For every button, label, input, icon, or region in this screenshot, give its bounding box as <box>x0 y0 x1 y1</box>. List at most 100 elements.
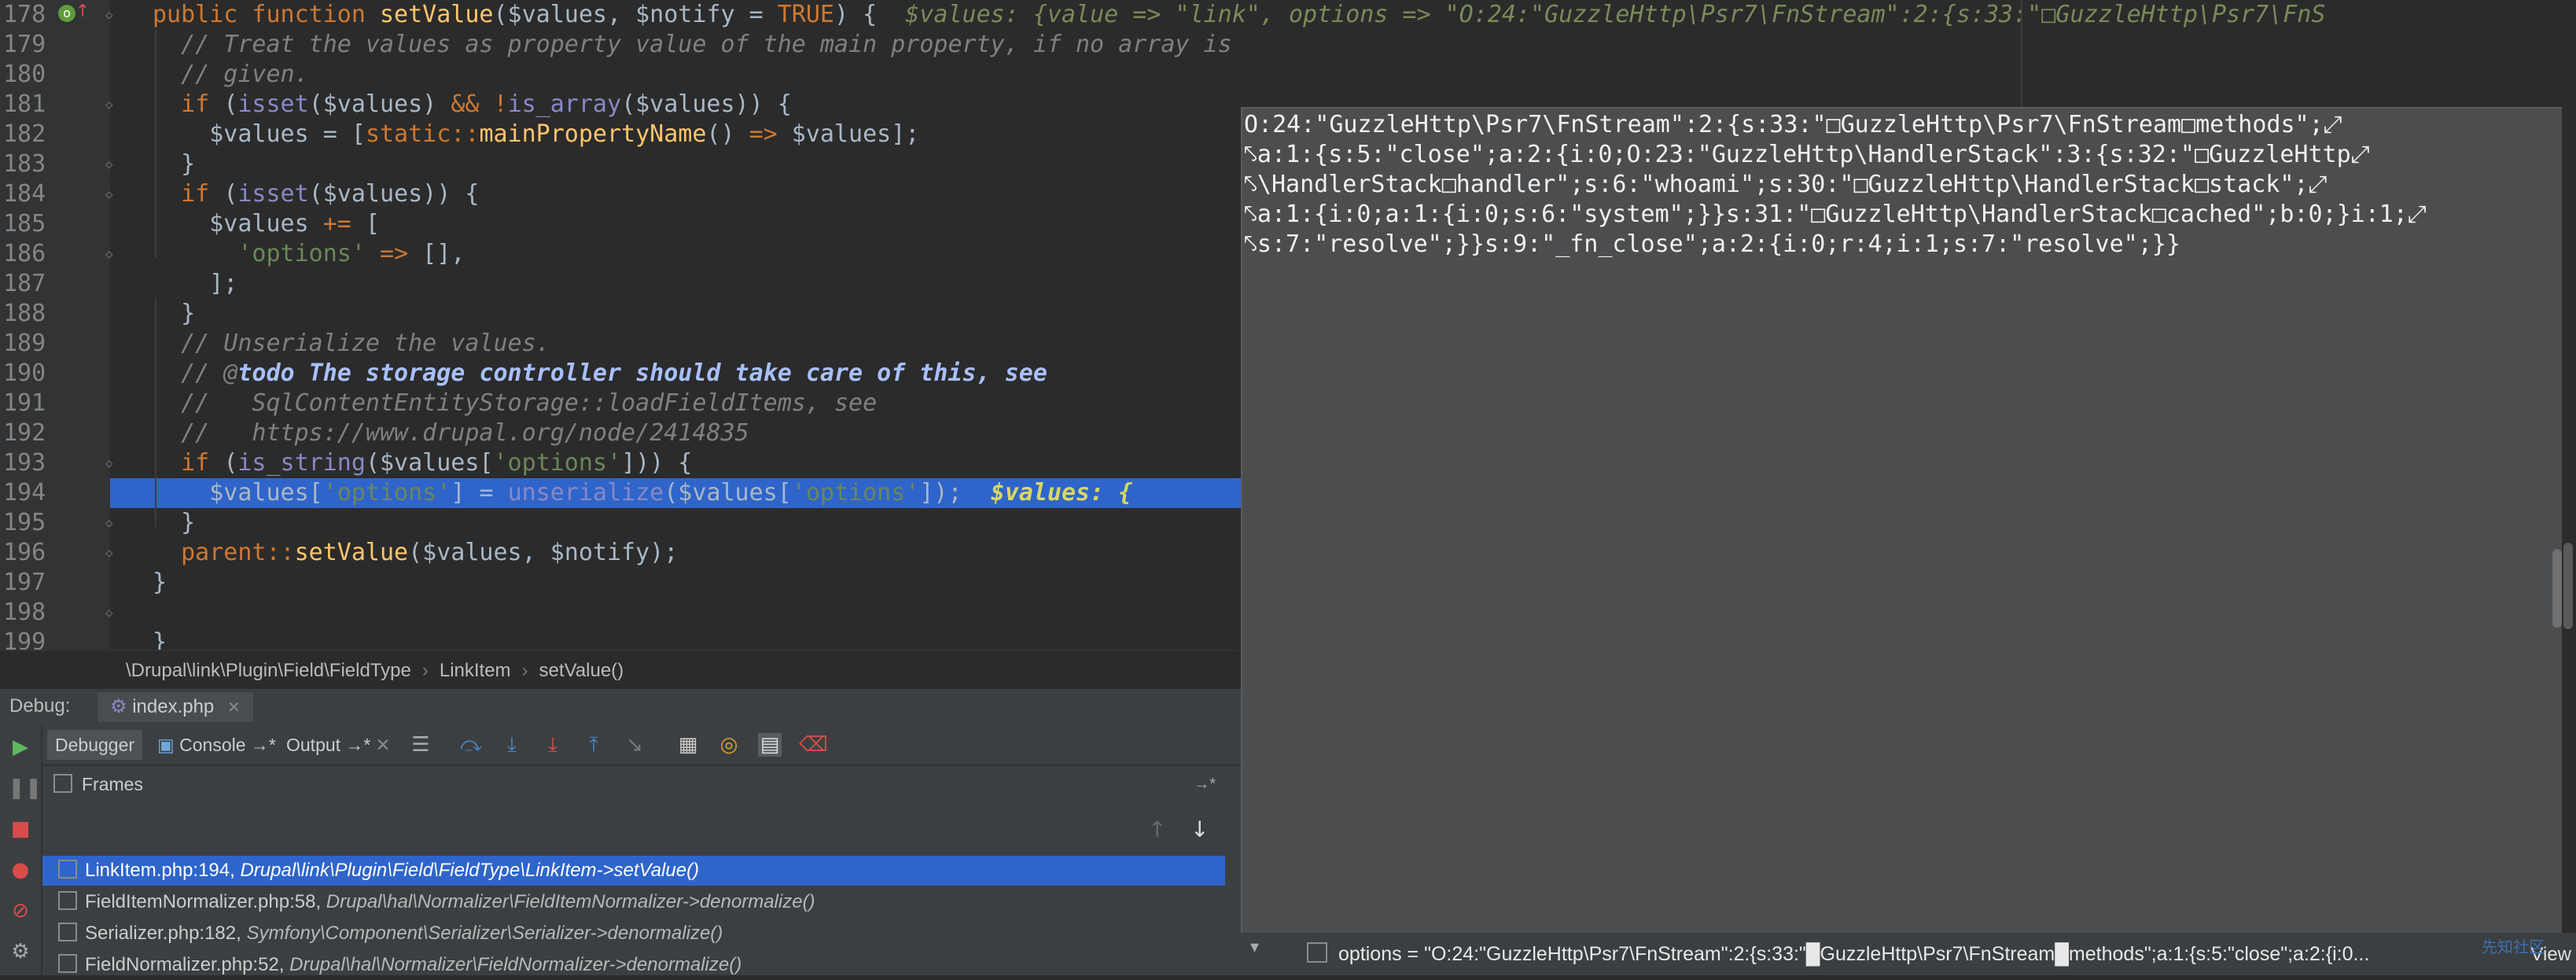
code-token: mainPropertyName <box>479 120 707 148</box>
fold-marker-icon[interactable]: ◇ <box>105 8 120 22</box>
line-number[interactable]: 180 <box>3 60 50 90</box>
frame-function: Drupal\hal\Normalizer\FieldItemNormalize… <box>326 891 815 912</box>
close-icon[interactable]: ✕ <box>375 735 390 755</box>
line-number[interactable]: 190 <box>3 359 50 389</box>
frame-up-icon[interactable]: ↑ <box>1148 816 1166 842</box>
line-number[interactable]: 186 <box>3 239 50 269</box>
frame-row[interactable]: FieldNormalizer.php:52, Drupal\hal\Norma… <box>42 950 1225 980</box>
line-number[interactable]: 193 <box>3 448 50 478</box>
line-number[interactable]: 197 <box>3 568 50 598</box>
tab-output[interactable]: Output →* ✕ <box>278 730 399 760</box>
popup-scrollbar[interactable] <box>2552 549 2562 628</box>
fold-marker-icon[interactable]: ◇ <box>105 456 120 470</box>
fold-marker-icon[interactable]: ◇ <box>105 98 120 112</box>
tab-debugger[interactable]: Debugger <box>47 730 143 760</box>
code-token: if <box>153 180 224 208</box>
code-token: [ <box>351 210 380 238</box>
code-token: ($values)) { <box>621 90 792 118</box>
layout-settings-icon[interactable]: ▤ <box>758 733 782 757</box>
breadcrumb-method[interactable]: setValue() <box>539 660 624 681</box>
pin-icon[interactable]: →* <box>1194 776 1216 794</box>
run-to-cursor-icon[interactable]: ↘ <box>623 733 646 757</box>
popup-line: O:24:"GuzzleHttp\Psr7\FnStream":2:{s:33:… <box>1244 111 2342 138</box>
code-line[interactable]: 178 public function setValue($values, $no… <box>0 0 2576 30</box>
code-token: [], <box>408 240 466 267</box>
code-token: $values: { <box>990 479 1133 507</box>
code-line[interactable]: 179 // Treat the values as property valu… <box>0 30 2576 60</box>
code-token: parent:: <box>153 539 295 566</box>
code-text: // @todo The storage controller should t… <box>153 359 1047 389</box>
view-breakpoints-icon[interactable]: ● <box>8 857 33 882</box>
frame-row[interactable]: Serializer.php:182, Symfony\Component\Se… <box>42 919 1225 949</box>
line-number[interactable]: 184 <box>3 179 50 209</box>
restore-layout-icon[interactable]: ⌫ <box>799 733 828 757</box>
line-number[interactable]: 196 <box>3 538 50 568</box>
fold-marker-icon[interactable]: ◇ <box>105 247 120 261</box>
debug-left-toolbar: ▶ ❚❚ ■ ● ⊘ ⚙ <box>0 725 42 975</box>
step-into-icon[interactable]: ⤓ <box>500 733 524 757</box>
code-token: } <box>153 300 196 327</box>
code-text: if (is_string($values['options'])) { <box>153 448 692 478</box>
fold-marker-icon[interactable]: ◇ <box>105 516 120 530</box>
code-token: public function <box>153 1 380 28</box>
code-text: } <box>153 149 195 179</box>
mute-breakpoints-icon[interactable]: ⊘ <box>8 898 33 923</box>
resume-icon[interactable]: ▶ <box>8 735 33 760</box>
line-number[interactable]: 198 <box>3 598 50 628</box>
line-number[interactable]: 189 <box>3 329 50 359</box>
line-number[interactable]: 178 <box>3 0 50 30</box>
debug-session-tab[interactable]: ⚙ index.php ✕ <box>98 692 253 722</box>
line-number[interactable]: 179 <box>3 30 50 60</box>
debug-session-label: index.php <box>132 696 215 717</box>
evaluate-expression-icon[interactable]: ▦ <box>676 733 700 757</box>
expand-icon[interactable]: ▾ <box>1250 938 1259 957</box>
line-number[interactable]: 185 <box>3 209 50 239</box>
frame-row[interactable]: FieldItemNormalizer.php:58, Drupal\hal\N… <box>42 887 1225 917</box>
frame-down-icon[interactable]: ↓ <box>1190 816 1209 842</box>
force-step-into-icon[interactable]: ⤓ <box>541 733 565 757</box>
line-number[interactable]: 199 <box>3 628 50 650</box>
line-number[interactable]: 192 <box>3 418 50 448</box>
fold-marker-icon[interactable]: ◇ <box>105 546 120 560</box>
frame-icon <box>58 923 77 941</box>
code-text: public function setValue($values, $notif… <box>153 0 2325 30</box>
code-token: () <box>706 120 749 148</box>
breadcrumb-namespace[interactable]: \Drupal\link\Plugin\Field\FieldType <box>126 660 411 681</box>
line-number[interactable]: 183 <box>3 149 50 179</box>
breadcrumb-class[interactable]: LinkItem <box>440 660 511 681</box>
editor-scrollbar[interactable] <box>2563 543 2573 629</box>
step-over-icon[interactable]: ⤼ <box>459 733 483 757</box>
watch-icon[interactable]: ◎ <box>717 733 741 757</box>
value-popup[interactable]: O:24:"GuzzleHttp\Psr7\FnStream":2:{s:33:… <box>1241 107 2565 934</box>
code-text: 'options' => [], <box>153 239 465 269</box>
line-number[interactable]: 187 <box>3 269 50 299</box>
tab-console[interactable]: ▣ Console →* <box>149 730 284 760</box>
code-line[interactable]: 180 // given. <box>0 60 2576 90</box>
step-out-icon[interactable]: ⤒ <box>582 733 605 757</box>
fold-marker-icon[interactable]: ◇ <box>105 157 120 171</box>
code-token: // given. <box>153 61 309 88</box>
menu-lines-icon[interactable]: ☰ <box>409 733 432 757</box>
frame-row[interactable]: LinkItem.php:194, Drupal\link\Plugin\Fie… <box>42 856 1225 886</box>
line-number[interactable]: 181 <box>3 90 50 120</box>
close-icon[interactable]: ✕ <box>227 699 241 717</box>
fold-marker-icon[interactable]: ◇ <box>105 606 120 620</box>
line-number[interactable]: 194 <box>3 478 50 508</box>
line-number[interactable]: 182 <box>3 120 50 149</box>
code-token: += <box>322 210 351 238</box>
line-number[interactable]: 188 <box>3 299 50 329</box>
fold-marker-icon[interactable]: ◇ <box>105 187 120 201</box>
breakpoint-icon[interactable]: o <box>58 5 75 22</box>
settings-icon[interactable]: ⚙ <box>8 939 33 964</box>
watermark: 先知社区 <box>2482 938 2545 956</box>
line-number[interactable]: 191 <box>3 389 50 418</box>
frame-icon <box>58 860 77 879</box>
code-token: // @ <box>153 359 238 387</box>
line-number[interactable]: 195 <box>3 508 50 538</box>
code-token: => <box>365 240 409 267</box>
pause-icon[interactable]: ❚❚ <box>8 776 42 801</box>
code-token: // Treat the values as property value of… <box>153 31 1232 58</box>
stop-icon[interactable]: ■ <box>8 816 33 842</box>
breadcrumb-separator: › <box>421 660 429 681</box>
variable-row-options[interactable]: options = "O:24:"GuzzleHttp\Psr7\FnStrea… <box>1285 939 2574 969</box>
